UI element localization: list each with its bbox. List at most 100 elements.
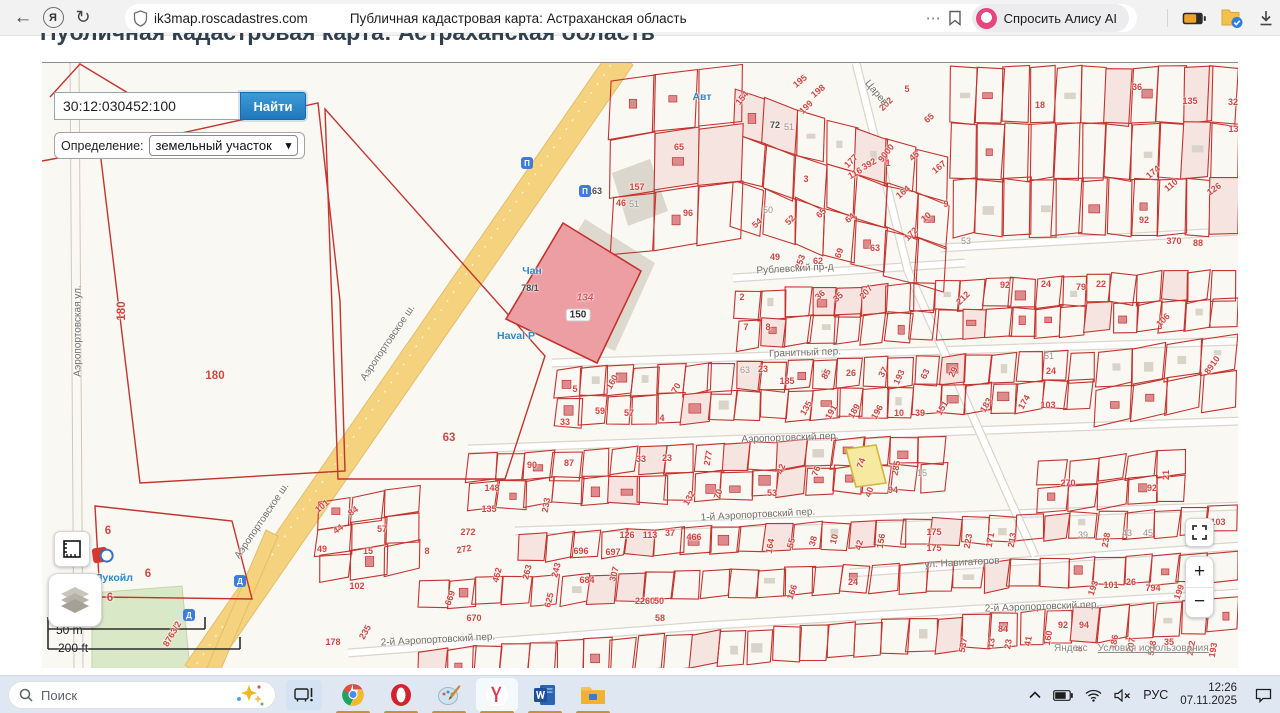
parcel-label: 794 [1145, 583, 1160, 593]
transit-stop-icon[interactable]: П [521, 157, 533, 169]
notifications-icon[interactable] [1255, 688, 1272, 703]
definition-select[interactable]: земельный участок ▾ [149, 135, 299, 156]
zoom-out-button[interactable]: − [1186, 588, 1213, 618]
yandex-home-icon[interactable]: Я [38, 3, 68, 33]
parcel-label: 157 [629, 182, 644, 192]
taskbar-app-chrome[interactable] [332, 678, 374, 712]
parcel-label: 8 [424, 546, 429, 556]
taskbar-app-word[interactable] [524, 678, 566, 712]
parcel-label: 13 [985, 637, 997, 649]
parcel-label: 126 [619, 530, 634, 540]
parcel-label: 270 [1060, 478, 1075, 488]
parcel-label: 92 [1058, 620, 1068, 630]
clock[interactable]: 12:26 07.11.2025 [1180, 682, 1237, 708]
search-icon [19, 688, 33, 702]
search-highlights-sparkle-icon [235, 683, 265, 707]
parcel-label: 26 [1126, 577, 1136, 587]
parcel-label: 33 [560, 417, 570, 427]
parcel-label: 92 [1139, 215, 1149, 225]
parcel-label: 175 [926, 527, 941, 537]
parcel-label: 21 [1161, 470, 1171, 480]
language-indicator[interactable]: РУС [1143, 688, 1168, 702]
battery-icon[interactable] [1182, 12, 1206, 25]
parcel-label: 272 [460, 527, 475, 537]
parcel-label: 4 [659, 413, 664, 423]
parcel-label: 92 [1147, 483, 1157, 493]
parcel-label: 41 [1022, 635, 1034, 647]
poi-label[interactable]: Чан [522, 265, 542, 277]
attribution-brand[interactable]: Яндекс [1054, 643, 1088, 654]
poi-label[interactable]: Haval P [497, 330, 535, 342]
task-view-button[interactable] [286, 680, 322, 710]
parcel-label: 6 [105, 525, 111, 537]
parcel-label: 23 [758, 364, 768, 374]
parcel-label: 32 [1228, 97, 1238, 107]
address-bar[interactable]: ik3map.roscadastres.com Публичная кадаст… [125, 4, 1137, 32]
parcel-label: 5 [572, 384, 577, 394]
parcel-label: 113 [643, 530, 658, 540]
zoom-in-button[interactable]: + [1186, 557, 1213, 588]
parcel-label: 135 [1182, 96, 1197, 106]
lukoil-logo-icon[interactable] [92, 547, 109, 564]
browser-toolbar: ← Я ↻ ik3map.roscadastres.com Публичная … [0, 0, 1280, 36]
wifi-icon[interactable] [1085, 689, 1102, 702]
ask-alice-button[interactable]: Спросить Алису AI [972, 4, 1129, 32]
parcel-label: 87 [564, 458, 574, 468]
parcel-label: 94 [1079, 620, 1089, 630]
parcel-label: 24 [1046, 366, 1056, 376]
transit-stop-icon[interactable]: П [579, 185, 591, 197]
parcel-label: 3 [803, 174, 808, 184]
taskbar-app-paint[interactable] [428, 678, 470, 712]
parcel-label: 39 [1078, 530, 1088, 540]
measure-button[interactable] [54, 531, 90, 567]
download-icon[interactable] [1258, 10, 1274, 27]
transit-stop-icon[interactable]: Д [234, 575, 246, 587]
parcel-label: 59 [595, 406, 605, 416]
tray-battery-icon[interactable] [1053, 690, 1073, 701]
parcel-label: 72 [770, 120, 780, 130]
volume-muted-icon[interactable] [1114, 689, 1131, 702]
parcel-label: 134 [577, 293, 594, 304]
parcel-label: 36 [1132, 82, 1142, 92]
fullscreen-button[interactable] [1185, 518, 1214, 547]
parcel-label: 92 [1000, 280, 1010, 290]
taskbar-search[interactable]: Поиск [8, 681, 276, 709]
parcel-label: 135 [481, 504, 496, 514]
parcel-label: 94 [888, 485, 898, 495]
taskbar-app-yandex-browser[interactable] [476, 678, 518, 712]
taskbar-app-file-explorer[interactable] [572, 678, 614, 712]
taskbar-app-opera[interactable] [380, 678, 422, 712]
parcel-label: 24 [848, 577, 858, 587]
parcel-label: 1 [885, 158, 890, 168]
layers-icon [59, 585, 91, 615]
attribution-terms-link[interactable]: Условия использования [1098, 643, 1209, 654]
parcel-label: 46 [616, 198, 626, 208]
poi-label[interactable]: Авт [692, 91, 711, 103]
parcel-label: 49 [317, 544, 327, 554]
bookmark-icon[interactable] [948, 10, 962, 26]
cadastre-number-input[interactable] [54, 92, 240, 120]
parcel-label: 53 [961, 236, 971, 246]
site-security-shield-icon[interactable] [133, 10, 148, 27]
refresh-icon[interactable]: ↻ [68, 3, 98, 33]
parcel-label: 51 [784, 122, 794, 132]
parcel-label: 23 [662, 453, 672, 463]
parcel-label: 51 [1044, 351, 1054, 361]
scale-feet: 200 ft [58, 641, 88, 655]
zoom-controls: + − [1185, 556, 1214, 618]
downloads-folder-icon[interactable] [1220, 7, 1244, 29]
find-button[interactable]: Найти [240, 92, 306, 120]
parcel-label: 8 [765, 322, 770, 332]
back-icon[interactable]: ← [8, 3, 38, 33]
parcel-label: 63 [740, 365, 750, 375]
layers-button[interactable] [48, 573, 102, 627]
chrome-icon [341, 683, 365, 707]
parcel-label: 101 [1103, 580, 1118, 590]
extensions-menu-icon[interactable]: ⋯ [926, 9, 942, 27]
alice-icon [976, 8, 997, 29]
hidden-icons-chevron[interactable] [1029, 691, 1041, 699]
parcel-label: 5 [904, 84, 909, 94]
transit-stop-icon[interactable]: Д [183, 609, 195, 621]
file-explorer-icon [580, 684, 606, 706]
parcel-label: 684 [579, 575, 594, 585]
